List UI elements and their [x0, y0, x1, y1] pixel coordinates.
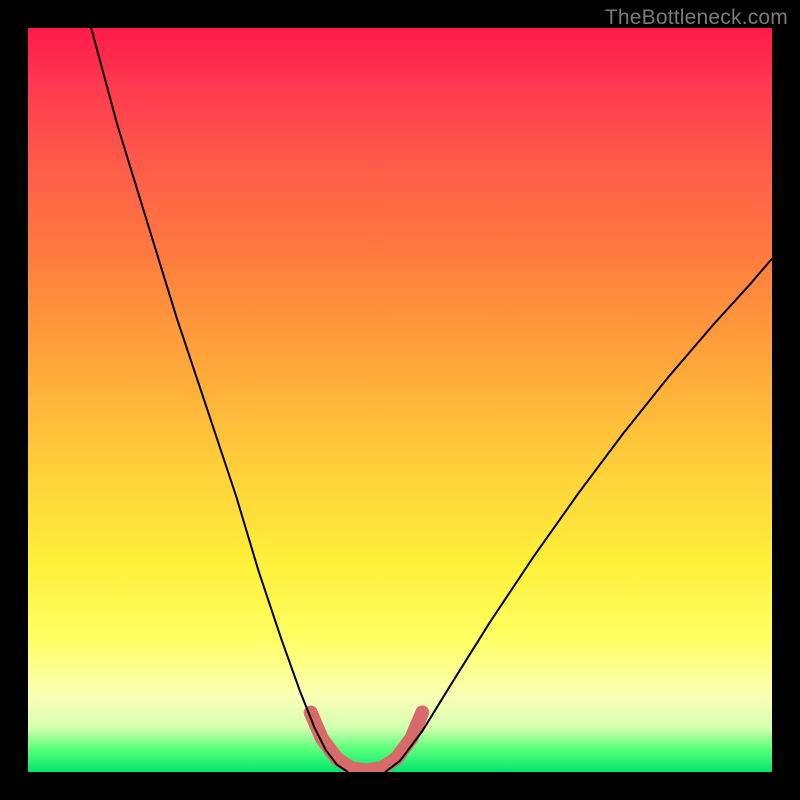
chart-frame: TheBottleneck.com	[0, 0, 800, 800]
watermark-text: TheBottleneck.com	[605, 6, 788, 30]
chart-svg	[28, 28, 772, 772]
series-left-curve	[91, 28, 348, 772]
series-right-curve	[385, 259, 772, 772]
series-bottom-u-highlight	[311, 713, 423, 771]
plot-area	[28, 28, 772, 772]
